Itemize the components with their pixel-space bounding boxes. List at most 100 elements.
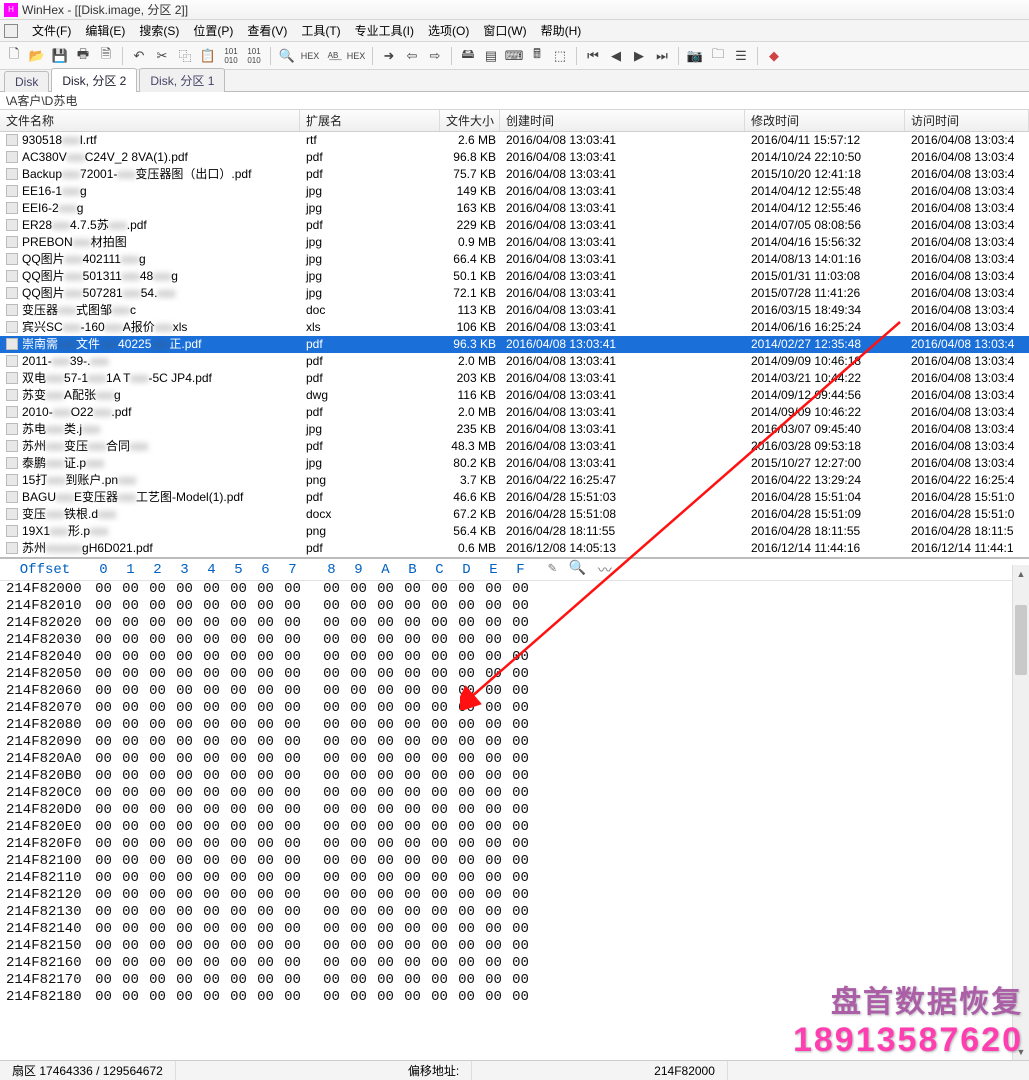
- file-row[interactable]: 苏州xxx变压xxx合同xxxpdf48.3 MB2016/04/08 13:0…: [0, 438, 1029, 455]
- file-row[interactable]: 泰鹏xxx证.pxxxjpg80.2 KB2016/04/08 13:03:41…: [0, 455, 1029, 472]
- magnify-icon[interactable]: 🔍: [568, 560, 585, 580]
- hex-row[interactable]: 214F821700000000000000000000000000000000…: [0, 972, 1029, 989]
- file-row[interactable]: 2011-xxx39-.xxxpdf2.0 MB2016/04/08 13:03…: [0, 353, 1029, 370]
- hex-row[interactable]: 214F820600000000000000000000000000000000…: [0, 683, 1029, 700]
- hex-row[interactable]: 214F821200000000000000000000000000000000…: [0, 887, 1029, 904]
- find-icon[interactable]: 🔍: [277, 46, 297, 66]
- tab-2[interactable]: Disk, 分区 1: [139, 68, 225, 92]
- file-row[interactable]: 苏电xxx类.jxxxjpg235 KB2016/04/08 13:03:412…: [0, 421, 1029, 438]
- forward-icon[interactable]: ⇨: [425, 46, 445, 66]
- menu-s[interactable]: 搜索(S): [133, 20, 185, 41]
- scroll-down-icon[interactable]: ▼: [1013, 1043, 1029, 1060]
- file-row[interactable]: 15打xxx到账户.pnxxxpng3.7 KB2016/04/22 16:25…: [0, 472, 1029, 489]
- paste-icon[interactable]: 📋: [198, 46, 218, 66]
- file-row[interactable]: Backupxxx72001-xxx变压器图（出口）.pdfpdf75.7 KB…: [0, 166, 1029, 183]
- prev-icon[interactable]: ◀: [606, 46, 626, 66]
- open-folder-icon[interactable]: 📂: [27, 46, 47, 66]
- file-row[interactable]: 崇南需xxx文件xxx40225xxx正.pdfpdf96.3 KB2016/0…: [0, 336, 1029, 353]
- mdi-control-icon[interactable]: [4, 24, 18, 38]
- menu-e[interactable]: 编辑(E): [79, 20, 131, 41]
- file-row[interactable]: 变压器xxx式图邹xxxcdoc113 KB2016/04/08 13:03:4…: [0, 302, 1029, 319]
- menu-w[interactable]: 窗口(W): [477, 20, 532, 41]
- hex-row[interactable]: 214F821300000000000000000000000000000000…: [0, 904, 1029, 921]
- file-row[interactable]: 930518xxxl.rtfrtf2.6 MB2016/04/08 13:03:…: [0, 132, 1029, 149]
- menu-h[interactable]: 帮助(H): [535, 20, 588, 41]
- scroll-up-icon[interactable]: ▲: [1013, 565, 1029, 582]
- ram-icon[interactable]: ▤: [481, 46, 501, 66]
- hex-row[interactable]: 214F820500000000000000000000000000000000…: [0, 666, 1029, 683]
- hex-row[interactable]: 214F820000000000000000000000000000000000…: [0, 581, 1029, 598]
- hex-row[interactable]: 214F820700000000000000000000000000000000…: [0, 700, 1029, 717]
- options-icon[interactable]: ☰: [731, 46, 751, 66]
- file-row[interactable]: AC380VxxxC24V_2 8VA(1).pdfpdf96.8 KB2016…: [0, 149, 1029, 166]
- hex-scrollbar[interactable]: ▲ ▼: [1012, 565, 1029, 1060]
- tab-0[interactable]: Disk: [4, 71, 49, 92]
- tab-1[interactable]: Disk, 分区 2: [51, 68, 137, 92]
- menu-f[interactable]: 文件(F): [26, 20, 77, 41]
- column-header[interactable]: 扩展名: [300, 110, 440, 131]
- file-row[interactable]: QQ图片xxx402111xxxgjpg66.4 KB2016/04/08 13…: [0, 251, 1029, 268]
- find-text-icon[interactable]: A͟B͟: [323, 46, 343, 66]
- hex-row[interactable]: 214F820900000000000000000000000000000000…: [0, 734, 1029, 751]
- next-icon[interactable]: ▶: [629, 46, 649, 66]
- copy-hex-icon[interactable]: 101010: [221, 46, 241, 66]
- hex-row[interactable]: 214F820400000000000000000000000000000000…: [0, 649, 1029, 666]
- copy-icon[interactable]: ⿻: [175, 46, 195, 66]
- menu-t[interactable]: 工具(T): [295, 20, 346, 41]
- file-row[interactable]: PREBONxxx材拍图jpg0.9 MB2016/04/08 13:03:41…: [0, 234, 1029, 251]
- file-row[interactable]: ER28xxx4.7.5苏xxx.pdfpdf229 KB2016/04/08 …: [0, 217, 1029, 234]
- hex-row[interactable]: 214F821100000000000000000000000000000000…: [0, 870, 1029, 887]
- scroll-thumb[interactable]: [1015, 605, 1027, 675]
- file-row[interactable]: QQ图片xxx507281xxx54.xxxjpg72.1 KB2016/04/…: [0, 285, 1029, 302]
- file-row[interactable]: 苏变xxxA配张xxxgdwg116 KB2016/04/08 13:03:41…: [0, 387, 1029, 404]
- print-icon[interactable]: 🖶: [73, 46, 93, 66]
- hex-row[interactable]: 214F820B00000000000000000000000000000000…: [0, 768, 1029, 785]
- column-header[interactable]: 文件大小: [440, 110, 500, 131]
- folder2-icon[interactable]: 🗀: [708, 46, 728, 66]
- hex-row[interactable]: 214F820800000000000000000000000000000000…: [0, 717, 1029, 734]
- file-row[interactable]: EEI6-2xxxgjpg163 KB2016/04/08 13:03:4120…: [0, 200, 1029, 217]
- file-row[interactable]: BAGUxxxE变压器xxx工艺图-Model(1).pdfpdf46.6 KB…: [0, 489, 1029, 506]
- hex-row[interactable]: 214F820F00000000000000000000000000000000…: [0, 836, 1029, 853]
- file-row[interactable]: 变压xxx铁根.dxxxdocx67.2 KB2016/04/28 15:51:…: [0, 506, 1029, 523]
- properties-icon[interactable]: 🗎: [96, 46, 116, 66]
- calc-icon[interactable]: 🖩: [527, 46, 547, 66]
- hex-row[interactable]: 214F820D00000000000000000000000000000000…: [0, 802, 1029, 819]
- hex-row[interactable]: 214F821500000000000000000000000000000000…: [0, 938, 1029, 955]
- file-row[interactable]: 双电xxx57-1xxx1A Txxx-5C JP4.pdfpdf203 KB2…: [0, 370, 1029, 387]
- hex-row[interactable]: 214F821600000000000000000000000000000000…: [0, 955, 1029, 972]
- menu-p[interactable]: 位置(P): [187, 20, 239, 41]
- position-icon[interactable]: ⬚: [550, 46, 570, 66]
- help-icon[interactable]: ◆: [764, 46, 784, 66]
- replace-hex-icon[interactable]: HEX: [346, 46, 366, 66]
- menu-o[interactable]: 选项(O): [422, 20, 475, 41]
- camera-icon[interactable]: 📷: [685, 46, 705, 66]
- menu-i[interactable]: 专业工具(I): [349, 20, 420, 41]
- column-header[interactable]: 修改时间: [745, 110, 905, 131]
- new-file-icon[interactable]: 🗋: [4, 46, 24, 66]
- column-header[interactable]: 访问时间: [905, 110, 1029, 131]
- hex-row[interactable]: 214F821400000000000000000000000000000000…: [0, 921, 1029, 938]
- save-icon[interactable]: 💾: [50, 46, 70, 66]
- file-row[interactable]: EE16-1xxxgjpg149 KB2016/04/08 13:03:4120…: [0, 183, 1029, 200]
- file-row[interactable]: 宾兴SCxxx-160xxxA报价xxxxlsxls106 KB2016/04/…: [0, 319, 1029, 336]
- column-header[interactable]: 创建时间: [500, 110, 745, 131]
- hex-viewer[interactable]: Offset 0123456789ABCDEF ✎ 🔍 〰 214F820000…: [0, 558, 1029, 1006]
- paste-hex-icon[interactable]: 101010: [244, 46, 264, 66]
- hex-row[interactable]: 214F820300000000000000000000000000000000…: [0, 632, 1029, 649]
- wave-icon[interactable]: 〰: [598, 560, 612, 580]
- pencil-icon[interactable]: ✎: [548, 560, 556, 580]
- find-hex-icon[interactable]: HEX: [300, 46, 320, 66]
- keyboard-icon[interactable]: ⌨: [504, 46, 524, 66]
- last-icon[interactable]: ⏭: [652, 46, 672, 66]
- hex-row[interactable]: 214F820A00000000000000000000000000000000…: [0, 751, 1029, 768]
- hex-row[interactable]: 214F820100000000000000000000000000000000…: [0, 598, 1029, 615]
- disk-icon[interactable]: 🖴: [458, 46, 478, 66]
- hex-row[interactable]: 214F821800000000000000000000000000000000…: [0, 989, 1029, 1006]
- menu-v[interactable]: 查看(V): [241, 20, 293, 41]
- hex-row[interactable]: 214F820C00000000000000000000000000000000…: [0, 785, 1029, 802]
- file-row[interactable]: QQ图片xxx501311xxx48xxxgjpg50.1 KB2016/04/…: [0, 268, 1029, 285]
- first-icon[interactable]: ⏮: [583, 46, 603, 66]
- goto-icon[interactable]: ➜: [379, 46, 399, 66]
- back-icon[interactable]: ⇦: [402, 46, 422, 66]
